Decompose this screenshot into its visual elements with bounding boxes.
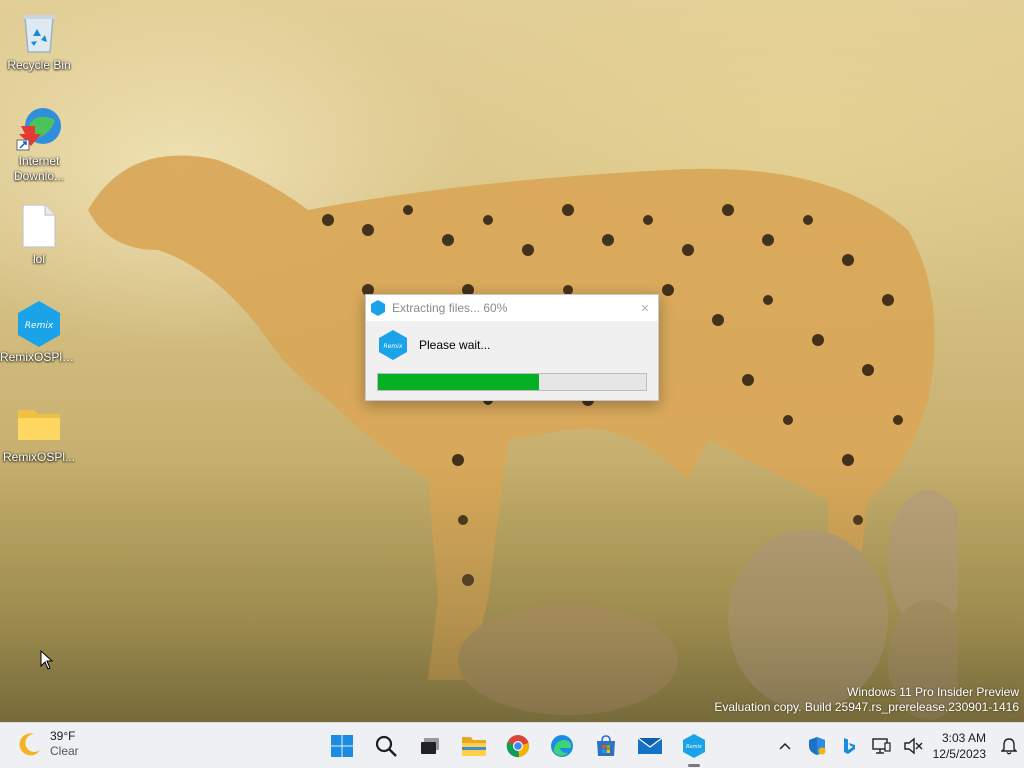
mail-button[interactable] [628,723,672,768]
weather-temperature: 39°F [50,729,76,743]
bing-icon [843,738,855,754]
grass-foreground [0,462,1024,722]
desktop-icon-lol[interactable]: lol [0,202,78,267]
progress-fill [378,374,539,390]
remix-os-icon: Remix [15,300,63,348]
volume-tray-button[interactable] [897,723,929,768]
weather-condition: Clear [50,744,79,758]
folder-icon [15,400,63,448]
taskbar: 39°F Clear Remix 3:03 AM 12/5/2023 [0,722,1024,768]
svg-text:Remix: Remix [25,321,54,331]
desktop-icon-label: lol [32,252,45,266]
task-view-icon [421,738,439,754]
extraction-progress-bar [377,373,647,391]
windows-watermark: Windows 11 Pro Insider Preview Evaluatio… [714,685,1019,715]
search-button[interactable] [364,723,408,768]
desktop-icon-recycle-bin[interactable]: Recycle Bin [0,8,78,73]
chrome-icon [506,735,529,758]
clock-time: 3:03 AM [941,731,986,745]
dialog-title: Extracting files... 60% [392,301,508,315]
clock-date: 12/5/2023 [932,747,986,761]
mouse-cursor-icon [40,650,54,670]
folder-icon [462,737,486,756]
show-hidden-icons-button[interactable] [769,723,801,768]
chrome-button[interactable] [496,723,540,768]
desktop-icon-internet-download-manager[interactable]: Internet Downlo... [0,104,78,184]
remix-os-icon: Remix [683,734,705,758]
taskbar-apps: Remix [320,723,716,768]
dialog-message: Please wait... [419,338,491,352]
store-icon [597,735,615,756]
network-tray-button[interactable] [865,723,897,768]
desktop-icon-label: Recycle Bin [7,58,71,72]
network-icon [871,738,891,754]
recycle-bin-icon [15,8,63,56]
start-button[interactable] [320,723,364,768]
security-tray-button[interactable] [801,723,833,768]
taskbar-clock[interactable]: 3:03 AM 12/5/2023 [929,730,994,762]
moon-icon [19,733,40,756]
dialog-titlebar[interactable]: Extracting files... 60% ✕ [366,295,658,321]
windows-logo-icon [331,735,353,757]
volume-muted-icon [903,737,923,755]
store-button[interactable] [584,723,628,768]
search-icon [375,735,397,757]
chevron-up-icon [779,742,791,750]
file-explorer-button[interactable] [452,723,496,768]
weather-widget[interactable]: 39°F Clear [16,729,79,759]
internet-download-manager-icon [15,104,63,152]
mail-icon [637,737,663,754]
remix-os-icon: Remix [379,330,407,360]
edge-button[interactable] [540,723,584,768]
desktop-icon-label: RemixOSPla... [0,350,78,364]
remix-os-button[interactable]: Remix [672,723,716,768]
svg-text:Remix: Remix [384,343,403,350]
remix-os-icon [371,300,385,316]
desktop-icon-label: Internet Downlo... [13,154,65,183]
watermark-build: Evaluation copy. Build 25947.rs_prerelea… [714,700,1019,714]
shield-icon [808,737,826,755]
extracting-files-dialog[interactable]: Extracting files... 60% ✕ Remix Please w… [365,294,659,401]
bell-icon [1001,738,1017,755]
desktop-icon-label: RemixOSPl... [2,450,75,464]
edge-icon [551,735,573,757]
watermark-edition: Windows 11 Pro Insider Preview [847,685,1019,699]
svg-text:Remix: Remix [686,744,702,750]
text-file-icon [15,202,63,250]
dialog-body: Remix Please wait... [366,321,658,361]
desktop-icon-remix-os-folder[interactable]: RemixOSPl... [0,400,78,465]
system-tray: 3:03 AM 12/5/2023 [769,723,1024,768]
notifications-button[interactable] [994,723,1024,768]
bing-tray-button[interactable] [833,723,865,768]
desktop-icon-remix-os-player[interactable]: Remix RemixOSPla... [0,300,78,365]
close-icon[interactable]: ✕ [632,302,658,315]
task-view-button[interactable] [408,723,452,768]
